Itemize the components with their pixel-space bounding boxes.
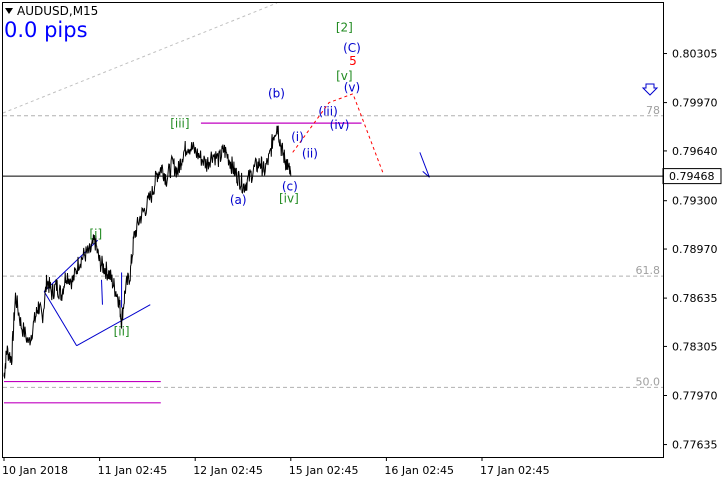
y-tick-label-8: 0.77635 xyxy=(672,439,718,452)
y-tick-label-7: 0.77970 xyxy=(672,389,718,402)
x-tick-label-1: 11 Jan 02:45 xyxy=(98,464,168,477)
y-tick-label-3: 0.79300 xyxy=(672,195,718,208)
x-tick-label-4: 16 Jan 02:45 xyxy=(384,464,454,477)
y-tick-label-2: 0.79640 xyxy=(672,145,718,158)
x-tick-label-5: 17 Jan 02:45 xyxy=(480,464,550,477)
symbol-timeframe-text: AUDUSD,M15 xyxy=(17,4,99,18)
y-tick-label-0: 0.80305 xyxy=(672,48,718,61)
y-tick-label-6: 0.78305 xyxy=(672,340,718,353)
pips-readout: 0.0 pips xyxy=(4,18,88,42)
x-tick-label-2: 12 Jan 02:45 xyxy=(193,464,263,477)
x-tick-label-3: 15 Jan 02:45 xyxy=(289,464,359,477)
x-tick-label-0: 10 Jan 2018 xyxy=(2,464,68,477)
y-tick-label-1: 0.79970 xyxy=(672,97,718,110)
dropdown-triangle-icon[interactable] xyxy=(5,8,13,14)
symbol-label[interactable]: AUDUSD,M15 xyxy=(4,4,98,18)
chart-window[interactable]: 78 61.8 50.0 [i] [ii] [iii] [iv] [v] [2] (a) (b) (c… xyxy=(0,0,724,483)
chart-header: AUDUSD,M15 0.0 pips xyxy=(4,4,98,41)
plot-area xyxy=(2,2,664,458)
current-price-label: 0.79468 xyxy=(669,170,715,183)
y-tick-label-4: 0.78970 xyxy=(672,243,718,256)
y-tick-label-5: 0.78635 xyxy=(672,292,718,305)
